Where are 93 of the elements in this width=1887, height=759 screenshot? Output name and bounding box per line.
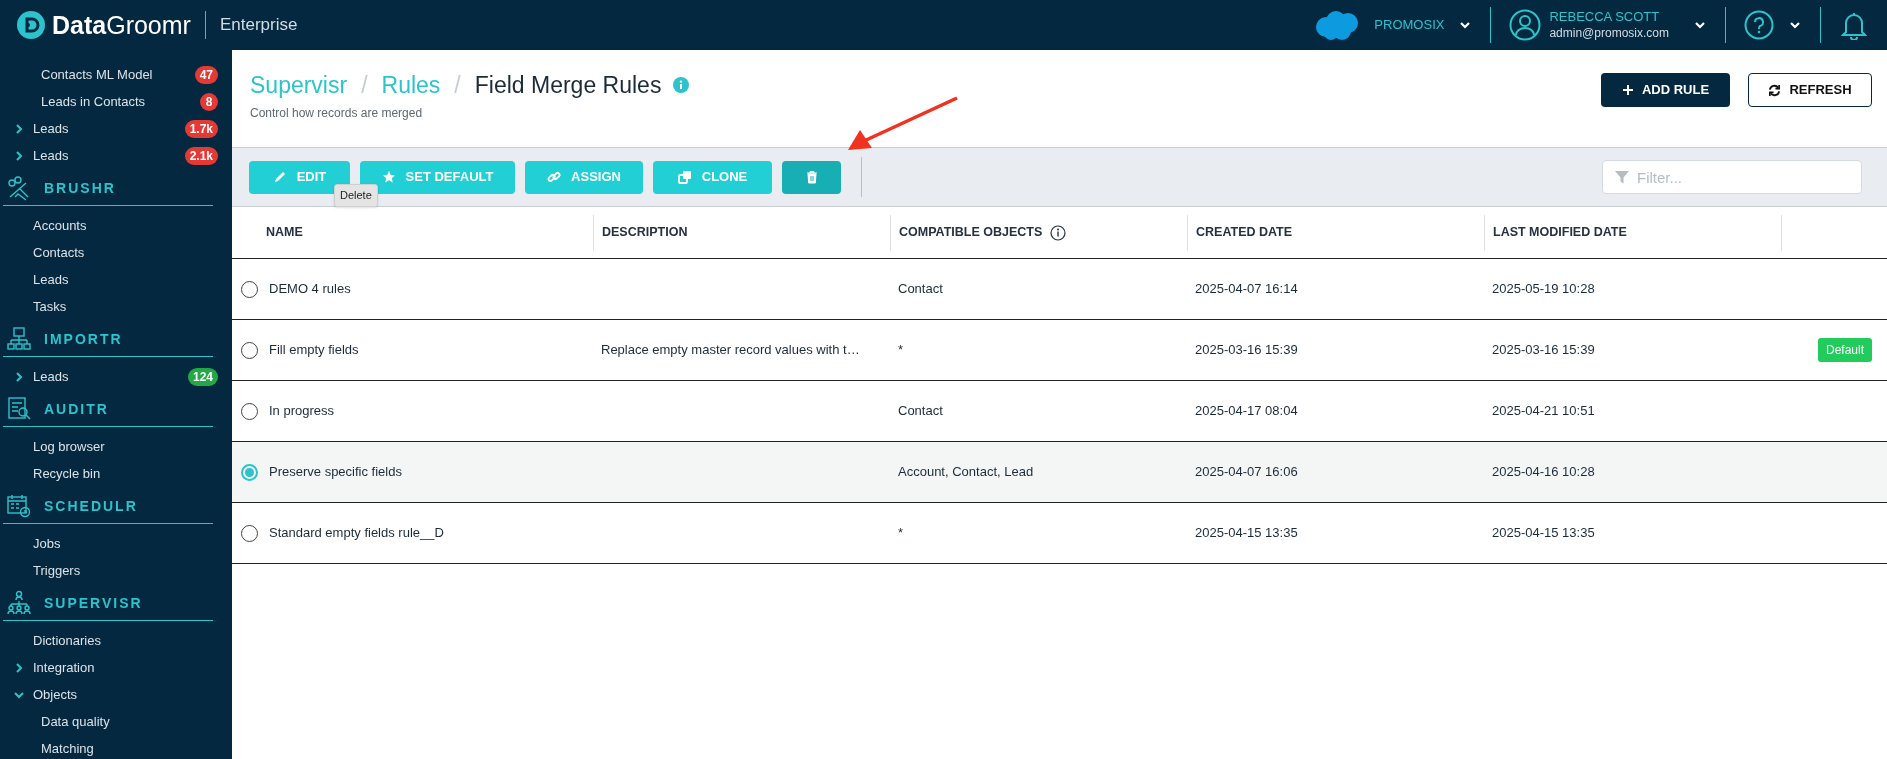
refresh-icon — [1768, 83, 1782, 97]
link-icon — [547, 170, 562, 184]
add-rule-button[interactable]: ADD RULE — [1601, 73, 1730, 107]
star-icon — [381, 170, 396, 184]
sidebar-item[interactable]: Integration — [33, 657, 95, 678]
sidebar-item[interactable]: Triggers — [33, 560, 81, 581]
column-header: NAME — [266, 224, 303, 242]
table-cell: Contact — [898, 403, 943, 419]
table-cell: 2025-04-15 13:35 — [1195, 525, 1298, 541]
count-badge: 8 — [200, 92, 218, 111]
delete-button[interactable] — [782, 160, 841, 194]
table-cell: Contact — [898, 281, 943, 297]
plus-icon — [1621, 84, 1634, 96]
people-tree-icon — [6, 590, 32, 616]
table-cell: 2025-04-16 10:28 — [1492, 464, 1595, 480]
trash-icon — [804, 170, 819, 184]
default-badge: Default — [1817, 338, 1872, 362]
sidebar-item[interactable]: Leads — [33, 145, 69, 166]
logo-icon — [16, 10, 46, 40]
table-cell: 2025-04-07 16:14 — [1195, 281, 1298, 297]
count-badge: 1.7k — [184, 119, 218, 138]
table-cell: 2025-04-17 08:04 — [1195, 403, 1298, 419]
page-title: Field Merge Rules — [474, 71, 662, 100]
sidebar-item[interactable]: Leads — [33, 118, 69, 139]
table-cell-text: Preserve specific fields — [269, 463, 402, 482]
count-badge: 2.1k — [184, 146, 218, 165]
table-cell: 2025-05-19 10:28 — [1492, 281, 1595, 297]
sidebar-item[interactable]: Leads — [33, 269, 69, 290]
filter-field[interactable]: Filter... — [1602, 160, 1862, 194]
edition-label: Enterprise — [219, 14, 298, 37]
table-cell-text: Standard empty fields rule__D — [269, 524, 444, 543]
column-header: LAST MODIFIED DATE — [1493, 224, 1627, 242]
sidebar-item[interactable]: Recycle bin — [33, 463, 101, 484]
table-cell-text: DEMO 4 rules — [269, 280, 351, 299]
sidebar-item[interactable]: Log browser — [33, 436, 105, 457]
org-name[interactable]: PROMOSIX — [1374, 15, 1445, 35]
chevron-right-icon[interactable] — [13, 122, 25, 135]
refresh-button[interactable]: REFRESH — [1748, 73, 1872, 107]
notification-bell-icon[interactable] — [1841, 10, 1867, 40]
logo-text: DataGroomr — [52, 12, 191, 38]
sidebar-item[interactable]: Tasks — [33, 296, 67, 317]
filter-icon — [1614, 169, 1630, 185]
table-cell: 2025-04-21 10:51 — [1492, 403, 1595, 419]
section-heading: SUPERVISR — [44, 593, 143, 613]
sidebar-item[interactable]: Dictionaries — [33, 630, 101, 651]
pencil-icon — [272, 170, 287, 184]
chevron-right-icon[interactable] — [13, 370, 25, 383]
cloud-icon — [1314, 9, 1361, 41]
sidebar-item[interactable]: Contacts — [33, 242, 85, 263]
sidebar-item[interactable]: Jobs — [33, 533, 61, 554]
table-cell: * — [898, 525, 904, 541]
calendar-clock-icon — [6, 493, 32, 519]
clone-icon — [677, 170, 692, 184]
sidebar-item[interactable]: Matching — [41, 738, 94, 759]
column-header: COMPATIBLE OBJECTS — [899, 224, 1043, 242]
page-subtitle: Control how records are merged — [250, 105, 424, 122]
hierarchy-icon — [6, 326, 32, 352]
table-cell: Account, Contact, Lead — [898, 464, 1034, 480]
user-email: admin@promosix.com — [1549, 25, 1669, 41]
sidebar-item[interactable]: Accounts — [33, 215, 87, 236]
count-badge: 124 — [187, 367, 218, 386]
section-heading: SCHEDULR — [44, 496, 138, 516]
count-badge: 47 — [194, 65, 218, 84]
table-cell-text: Fill empty fields — [269, 341, 359, 360]
table-cell-text: In progress — [269, 402, 335, 421]
tooltip: Delete — [334, 184, 378, 207]
table-cell: 2025-03-16 15:39 — [1195, 342, 1298, 358]
column-header: CREATED DATE — [1196, 224, 1293, 242]
radio-button[interactable] — [241, 463, 258, 481]
sidebar-item[interactable]: Leads in Contacts — [41, 91, 146, 112]
table-row[interactable]: Preserve specific fields Account, Contact, Lead 2025-04-07 16:06 2025-04-16 10:28 — [232, 442, 1887, 503]
help-icon[interactable] — [1744, 10, 1774, 40]
sidebar-item[interactable]: Data quality — [41, 711, 110, 732]
document-search-icon — [6, 396, 32, 422]
breadcrumb-separator: / — [454, 71, 461, 100]
chevron-right-icon[interactable] — [13, 661, 25, 674]
sidebar-item[interactable]: Leads — [33, 366, 69, 387]
user-avatar-icon — [1509, 9, 1542, 41]
table-cell: Replace empty master record values with t… — [601, 342, 860, 358]
user-name: REBECCA SCOTT — [1549, 9, 1661, 26]
section-heading: BRUSHR — [44, 178, 116, 198]
breadcrumb-separator: / — [361, 71, 368, 100]
chevron-right-icon[interactable] — [13, 149, 25, 162]
section-heading: AUDITR — [44, 399, 109, 419]
sidebar-item[interactable]: Objects — [33, 684, 78, 705]
section-heading: IMPORTR — [44, 329, 123, 349]
table-cell: 2025-03-16 15:39 — [1492, 342, 1595, 358]
table-cell: 2025-04-15 13:35 — [1492, 525, 1595, 541]
table-cell: 2025-04-07 16:06 — [1195, 464, 1298, 480]
info-icon[interactable] — [1050, 224, 1067, 241]
column-header: DESCRIPTION — [602, 224, 688, 242]
table-cell: * — [898, 342, 904, 358]
sidebar-item[interactable]: Contacts ML Model — [41, 64, 153, 85]
